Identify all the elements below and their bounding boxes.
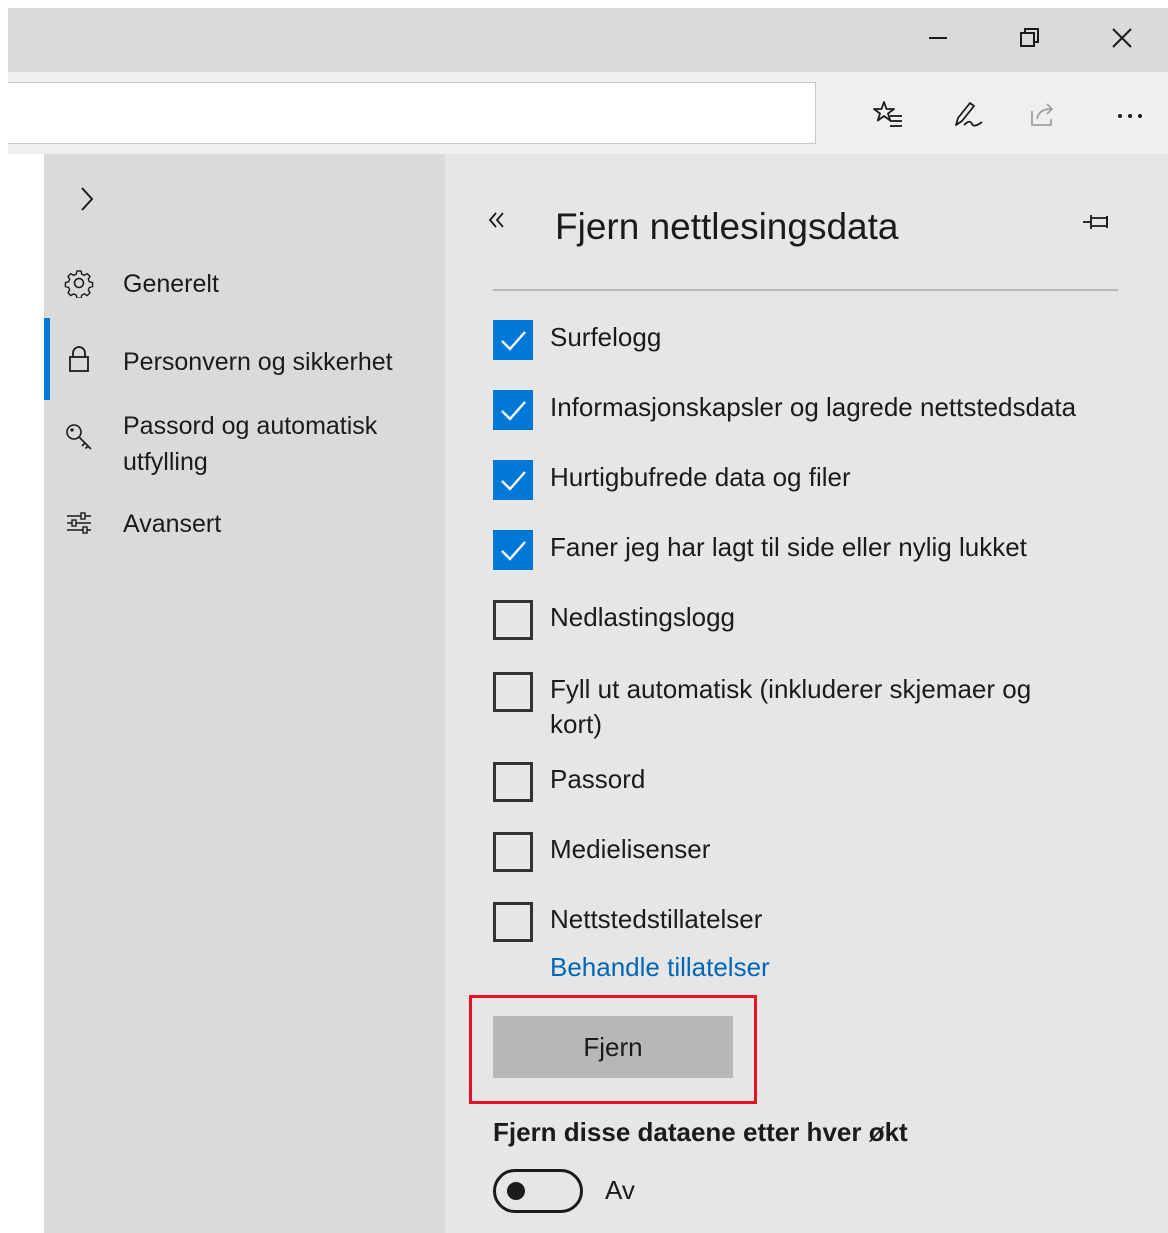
checkbox-label: Passord [550,764,646,794]
key-icon [64,422,94,452]
checkbox-row-faner[interactable]: Faner jeg har lagt til side eller nylig … [493,530,1133,574]
auto-clear-toggle[interactable] [493,1169,583,1213]
checkbox-unchecked[interactable] [493,672,533,712]
title-bar [8,8,1168,72]
sidebar-item-label: Passord og automatisk utfylling [123,412,378,476]
toggle-knob [507,1182,525,1200]
checkbox-row-surfelogg[interactable]: Surfelogg [493,320,1133,364]
checkbox-label: Fyll ut automatisk (inkluderer skjemaer … [550,674,1032,739]
pen-notes-icon[interactable] [948,94,988,134]
checkbox-checked[interactable] [493,320,533,360]
checkbox-label: Informasjonskapsler og lagrede nettsteds… [550,392,1077,422]
double-chevron-left-icon[interactable] [485,208,525,238]
checkbox-row-medielisenser[interactable]: Medielisenser [493,832,1133,876]
checkbox-row-nedlastingslogg[interactable]: Nedlastingslogg [493,600,1133,644]
checkbox-checked[interactable] [493,390,533,430]
clear-button[interactable]: Fjern [493,1016,733,1078]
toggle-state-label: Av [605,1175,635,1205]
checkbox-checked[interactable] [493,530,533,570]
sidebar-item-label: Generelt [123,270,219,298]
active-indicator [44,318,50,400]
checkbox-label: Nedlastingslogg [550,602,736,632]
checkbox-label: Nettstedstillatelser [550,904,763,934]
sidebar-item-generelt[interactable]: Generelt [44,262,445,306]
gear-icon [64,268,94,298]
checkbox-row-fyll-ut[interactable]: Fyll ut automatisk (inkluderer skjemaer … [493,672,1133,746]
minimize-icon[interactable] [910,18,966,58]
sidebar-item-personvern[interactable]: Personvern og sikkerhet [44,318,445,402]
sliders-icon [64,508,94,538]
clear-browsing-data-panel: Fjern nettlesingsdata Surfelogg Informas… [445,154,1168,1233]
settings-sidebar: Generelt Personvern og sikkerhet Passord [44,154,445,1233]
checkbox-label: Hurtigbufrede data og filer [550,462,851,492]
sidebar-item-passord[interactable]: Passord og automatisk utfylling [44,404,445,480]
checkbox-unchecked[interactable] [493,832,533,872]
close-icon[interactable] [1094,18,1150,58]
checkbox-unchecked[interactable] [493,902,533,942]
checkbox-unchecked[interactable] [493,600,533,640]
checkbox-label: Surfelogg [550,322,662,352]
auto-clear-label: Fjern disse dataene etter hver økt [493,1117,908,1147]
more-icon[interactable] [1110,94,1150,134]
panel-title: Fjern nettlesingsdata [555,206,899,247]
sidebar-item-label: Personvern og sikkerhet [123,348,393,376]
checkbox-row-nettstedstillatelser[interactable]: Nettstedstillatelser [493,902,1133,946]
share-icon[interactable] [1022,94,1062,134]
address-bar[interactable] [8,82,816,144]
chevron-right-icon[interactable] [72,184,102,214]
checkbox-label: Faner jeg har lagt til side eller nylig … [550,532,1027,562]
checkbox-row-hurtigbufrede[interactable]: Hurtigbufrede data og filer [493,460,1133,504]
checkbox-row-informasjonskapsler[interactable]: Informasjonskapsler og lagrede nettsteds… [493,390,1133,434]
browser-toolbar [8,72,1168,154]
manage-permissions-link[interactable]: Behandle tillatelser [550,949,770,985]
divider [493,289,1118,291]
restore-icon[interactable] [1002,18,1058,58]
checkbox-row-passord[interactable]: Passord [493,762,1133,806]
favorites-list-icon[interactable] [868,94,908,134]
checkbox-unchecked[interactable] [493,762,533,802]
lock-icon [64,344,94,374]
pin-icon[interactable] [1081,210,1121,240]
checkbox-label: Medielisenser [550,834,711,864]
checkbox-checked[interactable] [493,460,533,500]
page-content-edge [8,154,44,1233]
browser-window: Generelt Personvern og sikkerhet Passord [8,8,1168,1233]
sidebar-item-avansert[interactable]: Avansert [44,502,445,546]
sidebar-item-label: Avansert [123,510,222,538]
